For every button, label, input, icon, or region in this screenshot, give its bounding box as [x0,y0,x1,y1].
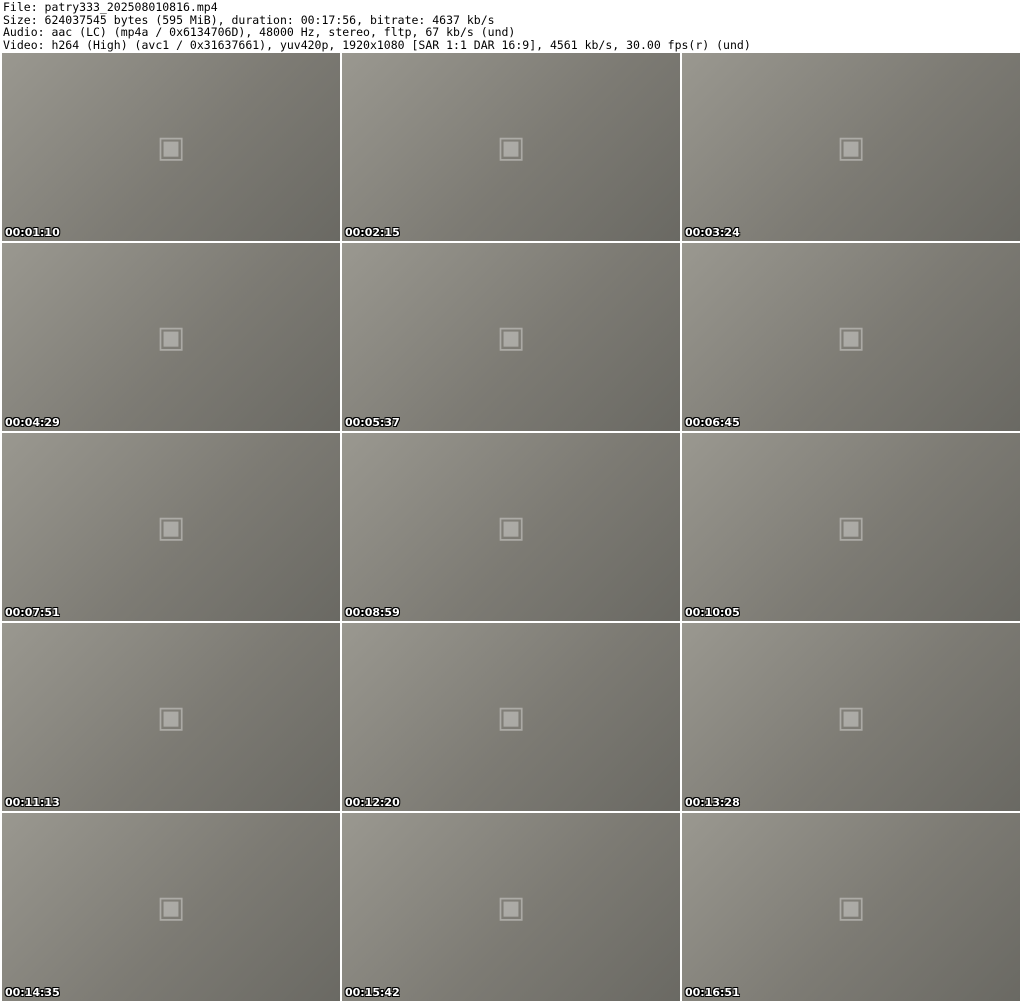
video-thumbnail: ▣ 00:06:45 [682,243,1020,431]
thumbnail-timestamp: 00:11:13 [5,796,60,809]
image-placeholder-icon: ▣ [156,509,186,545]
image-placeholder-icon: ▣ [496,129,526,165]
thumbnail-timestamp: 00:02:15 [345,226,400,239]
thumbnail-timestamp: 00:14:35 [5,986,60,999]
image-placeholder-icon: ▣ [496,889,526,925]
image-placeholder-icon: ▣ [836,699,866,735]
thumbnail-timestamp: 00:01:10 [5,226,60,239]
thumbnail-timestamp: 00:10:05 [685,606,740,619]
audio-info: Audio: aac (LC) (mp4a / 0x6134706D), 480… [3,25,516,39]
image-placeholder-icon: ▣ [156,889,186,925]
thumbnail-timestamp: 00:04:29 [5,416,60,429]
video-thumbnail: ▣ 00:05:37 [342,243,680,431]
file-name: File: patry333_202508010816.mp4 [3,0,218,14]
image-placeholder-icon: ▣ [156,699,186,735]
image-placeholder-icon: ▣ [156,129,186,165]
video-thumbnail: ▣ 00:14:35 [2,813,340,1001]
video-thumbnail: ▣ 00:03:24 [682,53,1020,241]
thumbnail-timestamp: 00:08:59 [345,606,400,619]
image-placeholder-icon: ▣ [156,319,186,355]
video-thumbnail: ▣ 00:11:13 [2,623,340,811]
image-placeholder-icon: ▣ [836,509,866,545]
video-thumbnail: ▣ 00:07:51 [2,433,340,621]
video-thumbnail: ▣ 00:04:29 [2,243,340,431]
image-placeholder-icon: ▣ [836,129,866,165]
video-thumbnail: ▣ 00:08:59 [342,433,680,621]
image-placeholder-icon: ▣ [496,319,526,355]
file-info-header: File: patry333_202508010816.mp4 Size: 624… [3,1,751,51]
image-placeholder-icon: ▣ [496,699,526,735]
video-thumbnail: ▣ 00:02:15 [342,53,680,241]
video-thumbnail: ▣ 00:13:28 [682,623,1020,811]
thumbnail-timestamp: 00:16:51 [685,986,740,999]
image-placeholder-icon: ▣ [836,319,866,355]
video-thumbnail: ▣ 00:01:10 [2,53,340,241]
video-thumbnail: ▣ 00:12:20 [342,623,680,811]
video-thumbnail: ▣ 00:15:42 [342,813,680,1001]
thumbnail-timestamp: 00:15:42 [345,986,400,999]
video-thumbnail: ▣ 00:16:51 [682,813,1020,1001]
thumbnail-timestamp: 00:13:28 [685,796,740,809]
thumbnail-grid: ▣ 00:01:10 ▣ 00:02:15 ▣ 00:03:24 ▣ 00:04:29 ▣ 00:… [2,53,1020,1001]
thumbnail-timestamp: 00:06:45 [685,416,740,429]
thumbnail-timestamp: 00:03:24 [685,226,740,239]
image-placeholder-icon: ▣ [496,509,526,545]
thumbnail-timestamp: 00:07:51 [5,606,60,619]
image-placeholder-icon: ▣ [836,889,866,925]
thumbnail-timestamp: 00:05:37 [345,416,400,429]
video-thumbnail: ▣ 00:10:05 [682,433,1020,621]
thumbnail-timestamp: 00:12:20 [345,796,400,809]
video-info: Video: h264 (High) (avc1 / 0x31637661), … [3,37,751,52]
